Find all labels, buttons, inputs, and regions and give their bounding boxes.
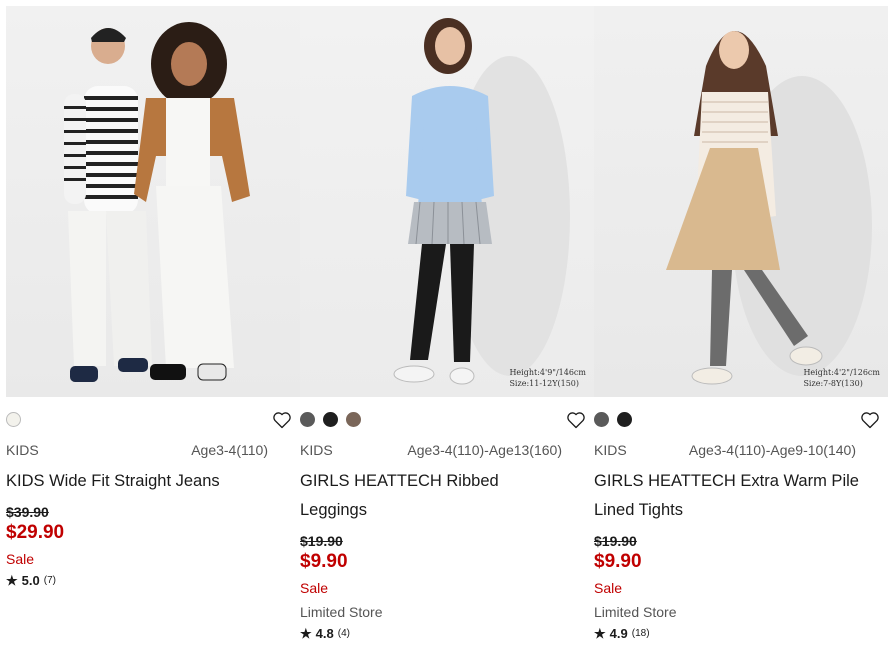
color-swatch[interactable] xyxy=(617,412,632,427)
product-card[interactable]: Height:4'2"/126cm Size:7-8Y(130) KIDS Ag… xyxy=(594,6,888,646)
color-swatches xyxy=(594,412,632,427)
color-swatch[interactable] xyxy=(300,412,315,427)
color-swatch[interactable] xyxy=(6,412,21,427)
product-card[interactable]: Height:4'9"/146cm Size:11-12Y(150) KIDS … xyxy=(300,6,594,646)
product-photo-illustration xyxy=(393,18,570,385)
product-size-range: Age3-4(110)-Age9-10(140) xyxy=(688,442,856,458)
product-title[interactable]: GIRLS HEATTECH Ribbed Leggings xyxy=(300,467,570,525)
heart-outline-icon[interactable] xyxy=(860,410,880,430)
color-swatch[interactable] xyxy=(323,412,338,427)
sale-price: $9.90 xyxy=(594,551,642,572)
rating: ★ 5.0 (7) xyxy=(6,571,296,591)
product-photo-illustration xyxy=(666,31,872,385)
model-height: Height:4'9"/146cm xyxy=(509,368,586,377)
star-icon: ★ xyxy=(594,626,606,641)
review-count[interactable]: (4) xyxy=(338,624,350,644)
product-category: KIDS xyxy=(300,442,333,458)
product-size-range: Age3-4(110) xyxy=(191,442,268,458)
model-size-info: Height:4'2"/126cm Size:7-8Y(130) xyxy=(803,367,880,389)
color-swatch[interactable] xyxy=(346,412,361,427)
heart-outline-icon[interactable] xyxy=(566,410,586,430)
rating-value: 4.9 xyxy=(609,626,628,641)
model-size: Size:7-8Y(130) xyxy=(803,379,863,388)
sale-label: Sale xyxy=(594,580,623,596)
product-meta: KIDS Age3-4(110)-Age9-10(140) xyxy=(594,442,856,458)
product-meta: KIDS Age3-4(110) xyxy=(6,442,268,458)
product-grid: KIDS Age3-4(110) KIDS Wide Fit Straight … xyxy=(6,6,888,646)
model-height: Height:4'2"/126cm xyxy=(803,368,880,377)
review-count[interactable]: (7) xyxy=(44,571,56,591)
product-image[interactable] xyxy=(6,6,300,397)
color-swatch[interactable] xyxy=(594,412,609,427)
product-image[interactable]: Height:4'2"/126cm Size:7-8Y(130) xyxy=(594,6,888,397)
product-category: KIDS xyxy=(6,442,39,458)
rating: ★ 4.9 (18) xyxy=(594,624,884,644)
model-size-info: Height:4'9"/146cm Size:11-12Y(150) xyxy=(509,367,586,389)
store-availability: Limited Store xyxy=(594,604,677,620)
original-price: $19.90 xyxy=(300,533,343,549)
price-block: $19.90 $9.90 Sale Limited Store ★ 4.9 (1… xyxy=(594,532,884,644)
product-card[interactable]: KIDS Age3-4(110) KIDS Wide Fit Straight … xyxy=(6,6,300,646)
product-photo-illustration xyxy=(64,22,250,382)
product-title[interactable]: KIDS Wide Fit Straight Jeans xyxy=(6,467,276,496)
rating-value: 4.8 xyxy=(315,626,334,641)
store-availability: Limited Store xyxy=(300,604,383,620)
sale-price: $9.90 xyxy=(300,551,348,572)
price-block: $39.90 $29.90 Sale ★ 5.0 (7) xyxy=(6,503,296,591)
sale-label: Sale xyxy=(300,580,329,596)
star-icon: ★ xyxy=(300,626,312,641)
original-price: $19.90 xyxy=(594,533,637,549)
heart-outline-icon[interactable] xyxy=(272,410,292,430)
star-icon: ★ xyxy=(6,573,18,588)
original-price: $39.90 xyxy=(6,504,49,520)
color-swatches xyxy=(6,412,21,427)
product-category: KIDS xyxy=(594,442,627,458)
price-block: $19.90 $9.90 Sale Limited Store ★ 4.8 (4… xyxy=(300,532,590,644)
product-image[interactable]: Height:4'9"/146cm Size:11-12Y(150) xyxy=(300,6,594,397)
sale-price: $29.90 xyxy=(6,522,65,543)
rating-value: 5.0 xyxy=(21,573,40,588)
color-swatches xyxy=(300,412,361,427)
rating: ★ 4.8 (4) xyxy=(300,624,590,644)
sale-label: Sale xyxy=(6,551,35,567)
model-size: Size:11-12Y(150) xyxy=(509,379,579,388)
product-size-range: Age3-4(110)-Age13(160) xyxy=(407,442,562,458)
product-meta: KIDS Age3-4(110)-Age13(160) xyxy=(300,442,562,458)
review-count[interactable]: (18) xyxy=(632,624,650,644)
product-title[interactable]: GIRLS HEATTECH Extra Warm Pile Lined Tig… xyxy=(594,467,864,525)
